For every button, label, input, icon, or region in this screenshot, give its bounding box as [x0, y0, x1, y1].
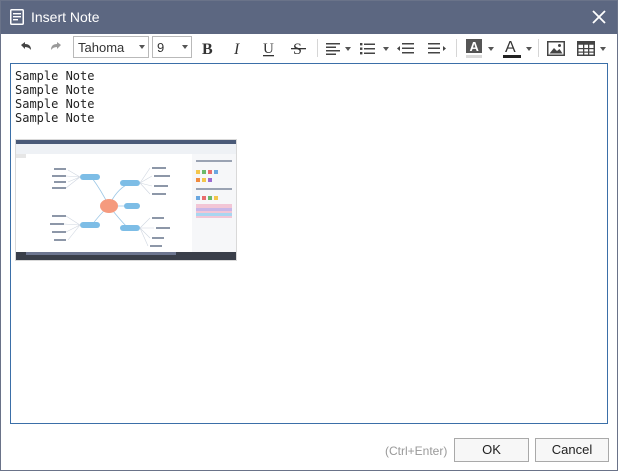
close-button[interactable]: [587, 5, 611, 29]
italic-button[interactable]: I: [228, 36, 248, 60]
font-family-value: Tahoma: [78, 40, 125, 55]
toolbar-separator: [538, 39, 539, 57]
formatting-toolbar: Tahoma 9 B I U S A A: [1, 34, 617, 62]
toolbar-separator: [456, 39, 457, 57]
highlight-color-icon: A: [466, 39, 482, 58]
italic-icon: I: [233, 41, 240, 58]
close-icon: [592, 10, 606, 24]
note-text-line: Sample Note: [15, 111, 95, 125]
indent-icon: [428, 43, 446, 54]
note-text-line: Sample Note: [15, 97, 95, 111]
svg-text:S: S: [293, 41, 302, 58]
svg-text:U: U: [263, 41, 274, 57]
redo-icon: [51, 42, 61, 50]
insert-table-icon: [577, 41, 595, 56]
cancel-button[interactable]: Cancel: [535, 438, 609, 462]
redo-button[interactable]: [45, 36, 67, 60]
font-color-icon: A: [503, 39, 521, 58]
svg-text:I: I: [233, 41, 240, 58]
insert-table-button[interactable]: [575, 36, 607, 60]
chevron-down-icon: [182, 45, 188, 49]
embedded-screenshot-image[interactable]: [15, 139, 237, 261]
chevron-down-icon: [526, 47, 532, 51]
undo-icon: [21, 42, 31, 50]
bullet-list-button[interactable]: [357, 36, 389, 60]
chevron-down-icon: [600, 47, 606, 51]
dialog-title: Insert Note: [31, 9, 100, 25]
svg-text:A: A: [505, 39, 516, 56]
font-family-select[interactable]: Tahoma: [73, 36, 149, 58]
note-text-line: Sample Note: [15, 69, 95, 83]
insert-image-button[interactable]: [545, 36, 567, 60]
note-icon: [10, 9, 24, 25]
mind-map-thumbnail: [16, 140, 236, 260]
svg-text:B: B: [202, 41, 213, 58]
underline-button[interactable]: U: [259, 36, 279, 60]
note-editor[interactable]: Sample Note Sample Note Sample Note Samp…: [10, 63, 608, 424]
strikethrough-icon: S: [291, 41, 306, 58]
title-bar[interactable]: Insert Note: [1, 1, 617, 34]
chevron-down-icon: [383, 47, 389, 51]
bullet-list-icon: [360, 43, 375, 55]
font-size-select[interactable]: 9: [152, 36, 192, 58]
outdent-button[interactable]: [394, 36, 418, 60]
bold-button[interactable]: B: [197, 36, 217, 60]
highlight-color-button[interactable]: A: [463, 36, 495, 60]
insert-note-dialog: Insert Note Tahoma 9 B I U S A A Sample …: [0, 0, 618, 471]
chevron-down-icon: [139, 45, 145, 49]
underline-icon: U: [263, 41, 274, 57]
shortcut-hint: (Ctrl+Enter): [385, 444, 448, 458]
chevron-down-icon: [345, 47, 351, 51]
insert-image-icon: [547, 41, 565, 56]
align-icon: [326, 43, 340, 55]
chevron-down-icon: [488, 47, 494, 51]
toolbar-separator: [317, 39, 318, 57]
bold-icon: B: [202, 41, 213, 58]
strikethrough-button[interactable]: S: [289, 36, 309, 60]
outdent-icon: [397, 43, 414, 54]
ok-button[interactable]: OK: [454, 438, 529, 462]
font-size-value: 9: [157, 40, 165, 55]
note-text-line: Sample Note: [15, 83, 95, 97]
svg-text:A: A: [470, 39, 480, 54]
align-button[interactable]: [323, 36, 351, 60]
undo-button[interactable]: [15, 36, 37, 60]
font-color-button[interactable]: A: [501, 36, 533, 60]
indent-button[interactable]: [425, 36, 449, 60]
